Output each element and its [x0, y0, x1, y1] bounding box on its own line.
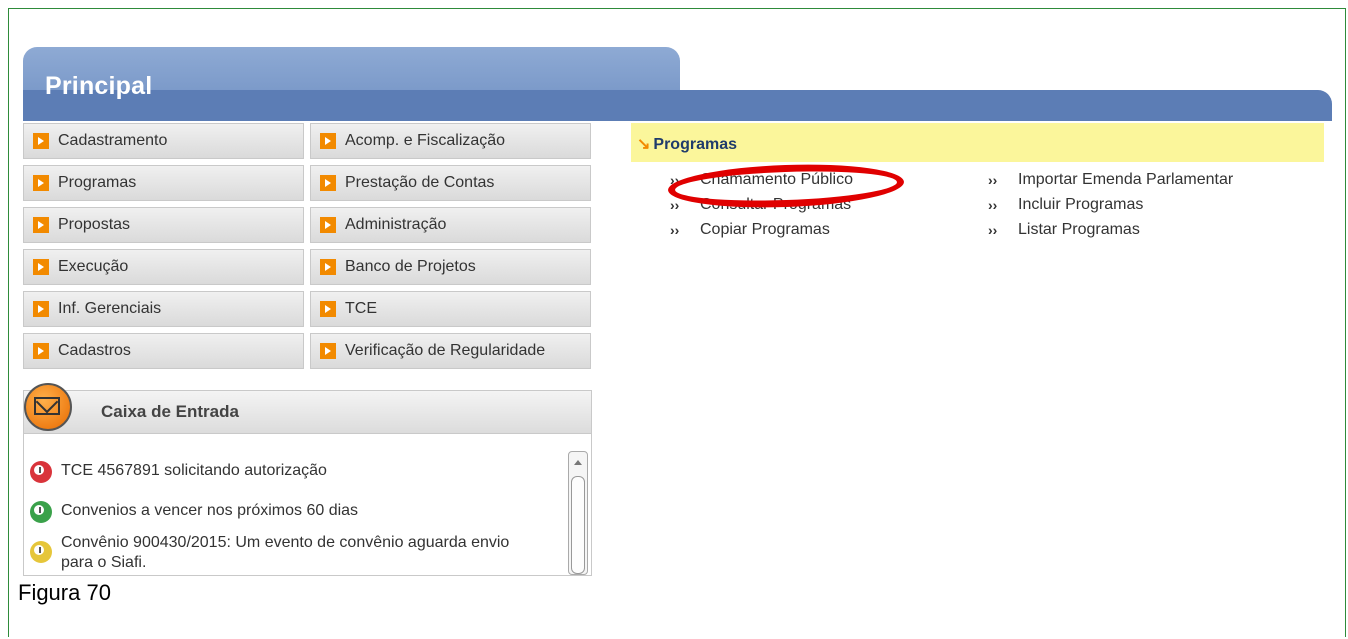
bullet-icon: ›› — [988, 196, 998, 213]
clock-icon — [30, 501, 52, 523]
link-chamamento-publico[interactable]: ›› Chamamento Público — [670, 167, 853, 192]
link-label: Copiar Programas — [700, 220, 830, 238]
scroll-thumb[interactable] — [571, 476, 585, 574]
menu-item-banco-projetos[interactable]: Banco de Projetos — [310, 249, 591, 285]
bullet-icon: ›› — [670, 171, 680, 188]
envelope-shape — [34, 397, 60, 415]
menu-item-acomp-fiscalizacao[interactable]: Acomp. e Fiscalização — [310, 123, 591, 159]
inbox-message[interactable]: TCE 4567891 solicitando autorização — [30, 461, 564, 483]
menu-item-cadastros[interactable]: Cadastros — [23, 333, 304, 369]
arrow-icon — [320, 343, 336, 359]
arrow-icon — [33, 175, 49, 191]
menu-item-cadastramento[interactable]: Cadastramento — [23, 123, 304, 159]
link-label: Consultar Programas — [700, 195, 852, 213]
bullet-icon: ›› — [670, 196, 680, 213]
menu-item-administracao[interactable]: Administração — [310, 207, 591, 243]
menu-item-verificacao-regularidade[interactable]: Verificação de Regularidade — [310, 333, 591, 369]
programas-title: ↘ Programas — [637, 134, 737, 154]
link-label: Chamamento Público — [700, 170, 853, 188]
arrow-down-right-icon: ↘ — [637, 136, 651, 153]
inbox-scrollbar[interactable] — [568, 451, 588, 575]
header-bar — [23, 90, 1332, 121]
menu-item-programas[interactable]: Programas — [23, 165, 304, 201]
inbox-title: Caixa de Entrada — [101, 402, 239, 421]
menu-item-label: Propostas — [58, 216, 131, 233]
programas-links-col2: ›› Importar Emenda Parlamentar ›› Incluir … — [988, 167, 1233, 242]
menu-item-label: Execução — [58, 258, 129, 275]
arrow-icon — [320, 259, 336, 275]
menu-item-label: Verificação de Regularidade — [345, 342, 546, 359]
link-label: Incluir Programas — [1018, 195, 1144, 213]
link-listar-programas[interactable]: ›› Listar Programas — [988, 217, 1233, 242]
envelope-icon — [24, 383, 72, 431]
arrow-icon — [33, 133, 49, 149]
inbox-message-text: Convenios a vencer nos próximos 60 dias — [61, 502, 359, 519]
menu-item-inf-gerenciais[interactable]: Inf. Gerenciais — [23, 291, 304, 327]
bullet-icon: ›› — [988, 171, 998, 188]
menu-item-label: Cadastros — [58, 342, 131, 359]
clock-icon — [30, 461, 52, 483]
link-label: Listar Programas — [1018, 220, 1140, 238]
programas-links-col1: ›› Chamamento Público ›› Consultar Program… — [670, 167, 853, 242]
menu-item-prestacao-contas[interactable]: Prestação de Contas — [310, 165, 591, 201]
link-consultar-programas[interactable]: ›› Consultar Programas — [670, 192, 853, 217]
menu-item-label: Administração — [345, 216, 447, 233]
inbox-list: TCE 4567891 solicitando autorização Conv… — [24, 461, 564, 573]
menu-item-label: Banco de Projetos — [345, 258, 476, 275]
scroll-up-icon[interactable] — [574, 460, 582, 465]
arrow-icon — [33, 301, 49, 317]
menu-item-label: TCE — [345, 300, 377, 317]
menu-item-propostas[interactable]: Propostas — [23, 207, 304, 243]
clock-icon — [30, 541, 52, 563]
inbox-message-text: TCE 4567891 solicitando autorização — [61, 462, 327, 479]
menu-item-tce[interactable]: TCE — [310, 291, 591, 327]
link-copiar-programas[interactable]: ›› Copiar Programas — [670, 217, 853, 242]
arrow-icon — [320, 175, 336, 191]
arrow-icon — [320, 133, 336, 149]
page-title: Principal — [45, 72, 153, 100]
inbox-message[interactable]: Convenios a vencer nos próximos 60 dias — [30, 501, 564, 523]
menu-item-label: Cadastramento — [58, 132, 168, 149]
link-incluir-programas[interactable]: ›› Incluir Programas — [988, 192, 1233, 217]
inbox-message-text: Convênio 900430/2015: Um evento de convê… — [61, 534, 510, 571]
bullet-icon: ›› — [988, 221, 998, 238]
arrow-icon — [33, 343, 49, 359]
arrow-icon — [320, 217, 336, 233]
inbox-message[interactable]: Convênio 900430/2015: Um evento de convê… — [30, 533, 510, 573]
programas-title-text: Programas — [653, 136, 737, 153]
inbox-header: Caixa de Entrada — [24, 391, 591, 434]
link-importar-emenda[interactable]: ›› Importar Emenda Parlamentar — [988, 167, 1233, 192]
menu-item-label: Programas — [58, 174, 137, 191]
figure-caption: Figura 70 — [18, 580, 111, 605]
menu-item-execucao[interactable]: Execução — [23, 249, 304, 285]
bullet-icon: ›› — [670, 221, 680, 238]
menu-item-label: Prestação de Contas — [345, 174, 495, 191]
menu-item-label: Acomp. e Fiscalização — [345, 132, 506, 149]
arrow-icon — [33, 259, 49, 275]
link-label: Importar Emenda Parlamentar — [1018, 170, 1234, 188]
arrow-icon — [33, 217, 49, 233]
inbox-panel: Caixa de Entrada TCE 4567891 solicitando… — [23, 390, 592, 576]
menu-item-label: Inf. Gerenciais — [58, 300, 162, 317]
arrow-icon — [320, 301, 336, 317]
